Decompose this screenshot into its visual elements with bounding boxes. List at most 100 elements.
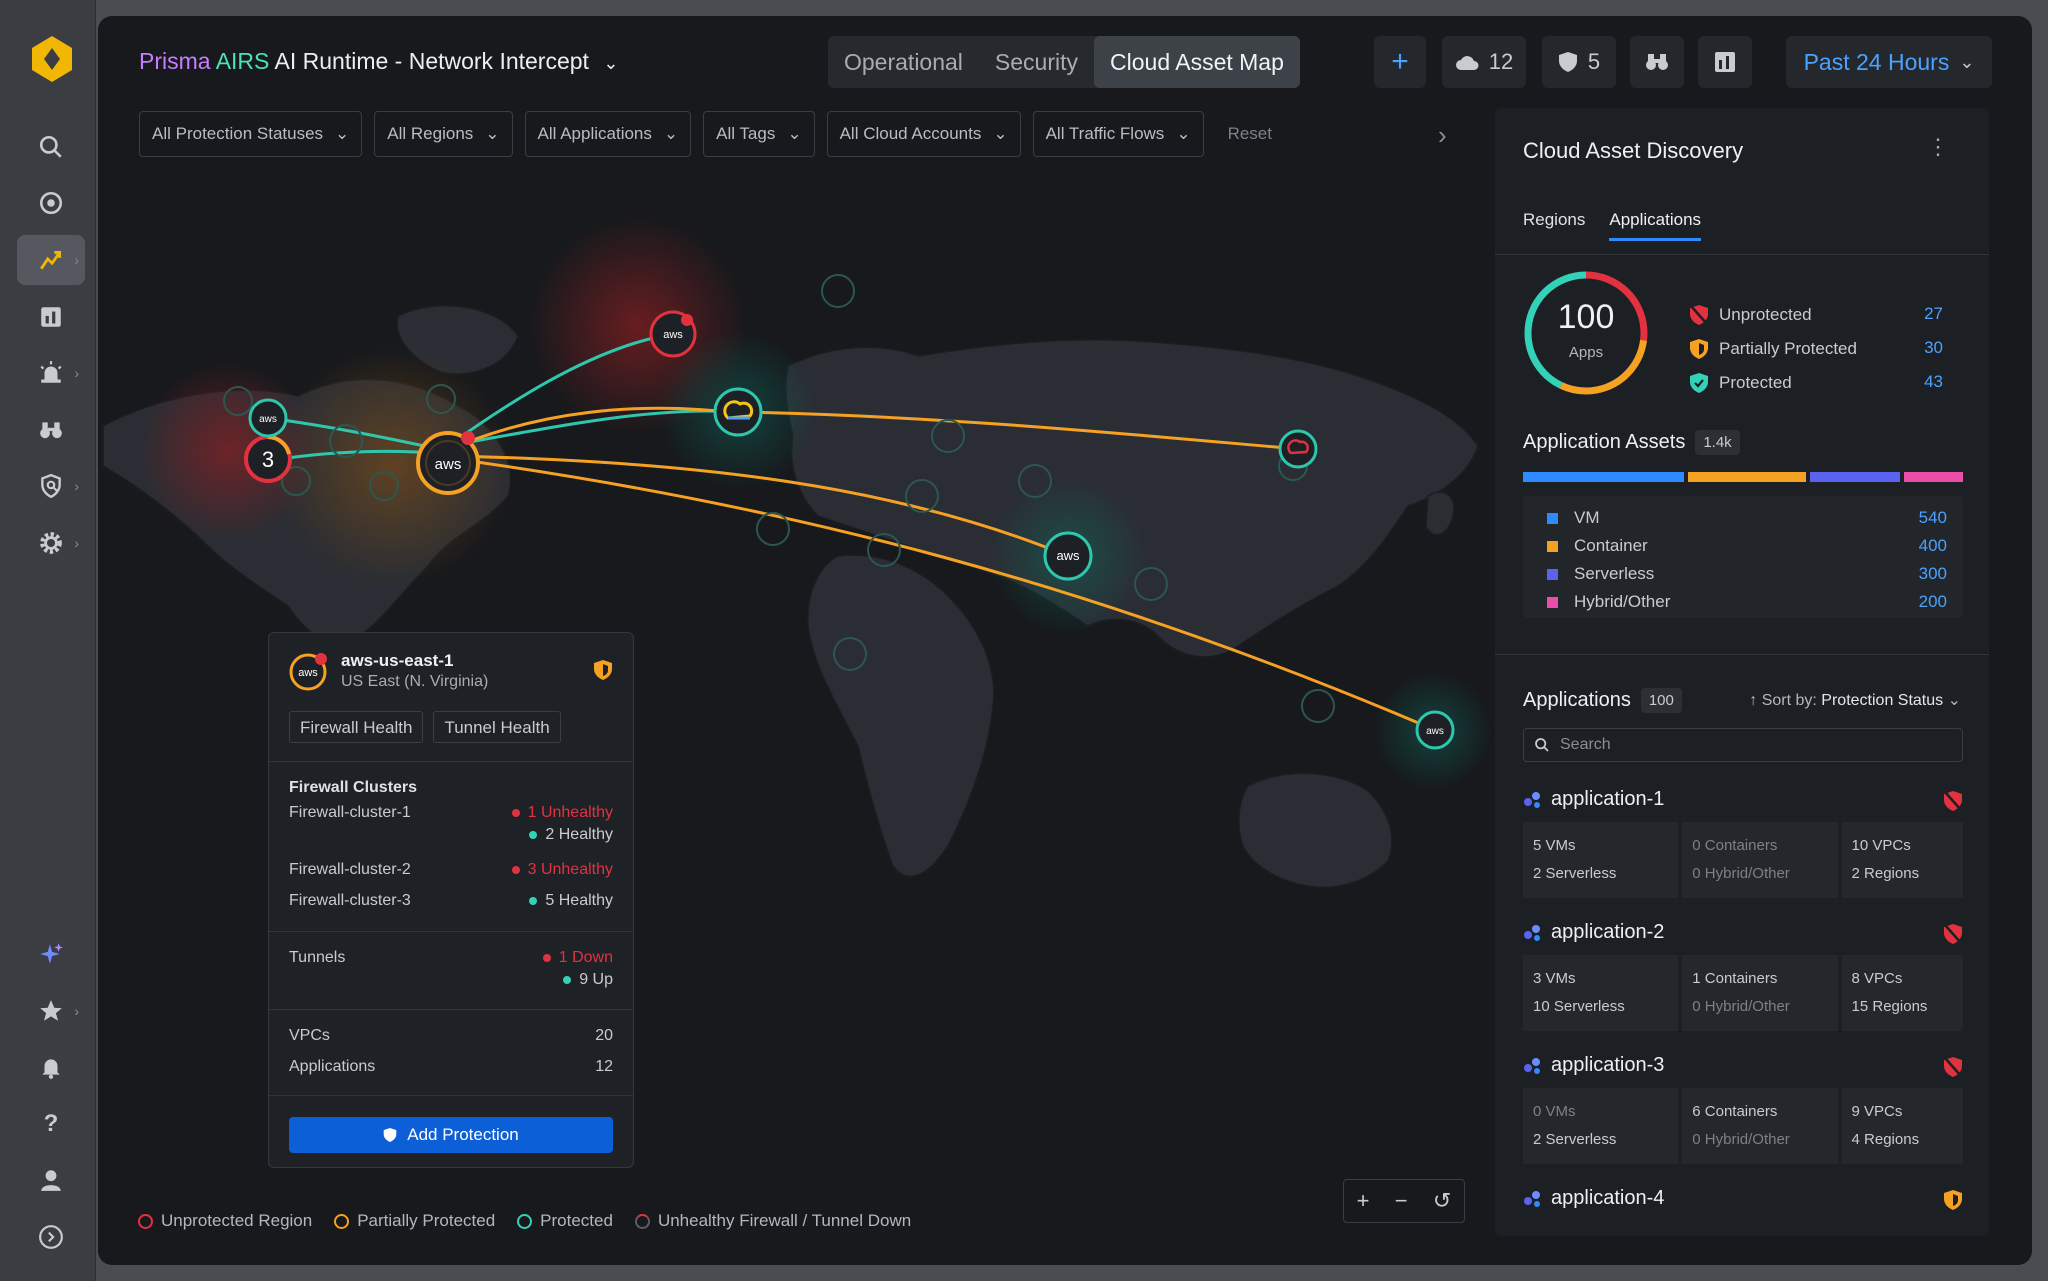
investigate-icon[interactable]: › (17, 461, 85, 511)
reset-view-icon[interactable]: ↺ (1433, 1188, 1451, 1214)
report-button[interactable] (1698, 36, 1752, 88)
asset-value: 200 (1918, 592, 1947, 611)
vpc-count: 10 VPCs (1851, 837, 1911, 854)
tunnel-down-count: 1 Down (558, 949, 613, 966)
chevron-down-icon[interactable]: ⌄ (603, 53, 618, 73)
applications-search-input[interactable]: Search (1523, 728, 1963, 762)
vm-count: 3 VMs (1533, 970, 1576, 987)
unprotected-shield-icon (1943, 923, 1963, 950)
prisma-logo-icon[interactable] (30, 34, 74, 84)
binoculars-icon[interactable] (17, 405, 85, 455)
filter-applications[interactable]: All Applications ⌄ (524, 111, 692, 157)
app-name: application-1 (1523, 788, 1664, 811)
add-protection-button[interactable]: Add Protection (289, 1117, 613, 1153)
chevron-right-icon[interactable]: › (1438, 120, 1447, 151)
firewall-health-button[interactable]: Firewall Health (289, 711, 424, 743)
tab-applications[interactable]: Applications (1609, 210, 1702, 241)
dashboard-icon[interactable] (17, 292, 85, 342)
bar-serverless (1810, 472, 1900, 482)
legend-label: Protected (540, 1211, 613, 1230)
expand-nav-icon[interactable] (17, 1212, 85, 1262)
shield-count-button[interactable]: 5 (1542, 36, 1616, 88)
asset-row-serverless: Serverless 300 (1547, 564, 1947, 584)
alerts-icon[interactable]: › (17, 348, 85, 398)
cluster-marker[interactable]: 3 (244, 435, 292, 483)
status-partial: Partially Protected (1689, 338, 1857, 360)
chevron-right-icon: › (74, 478, 79, 494)
tab-security[interactable]: Security (979, 36, 1094, 88)
zoom-in-icon[interactable]: + (1357, 1188, 1370, 1214)
title-brand-airs: AIRS (215, 48, 270, 74)
status-value[interactable]: 43 (1924, 372, 1943, 392)
time-range-select[interactable]: Past 24 Hours ⌄ (1786, 36, 1992, 88)
chevron-down-icon: ⌄ (993, 124, 1008, 143)
gcp-japan-marker[interactable] (1278, 429, 1318, 469)
tab-operational[interactable]: Operational (828, 36, 979, 88)
search-icon[interactable] (17, 122, 85, 172)
filter-tags[interactable]: All Tags ⌄ (703, 111, 815, 157)
aws-us-west-marker[interactable]: aws (248, 398, 288, 438)
tunnel-health-button[interactable]: Tunnel Health (433, 711, 561, 743)
sort-dropdown[interactable]: ↑ Sort by: Protection Status ⌄ (1749, 690, 1961, 710)
status-value[interactable]: 27 (1924, 304, 1943, 324)
panel-title: Cloud Asset Discovery (1523, 138, 1744, 163)
sort-arrow-icon: ↑ (1749, 692, 1758, 709)
ai-runtime-icon[interactable]: › (17, 235, 85, 285)
settings-gear-icon[interactable]: › (17, 518, 85, 568)
status-value[interactable]: 30 (1924, 338, 1943, 358)
region-count: 2 Regions (1851, 865, 1920, 882)
applications-row: Applications 12 (289, 1058, 613, 1076)
chevron-down-icon: ⌄ (335, 124, 350, 143)
app-name-text: application-4 (1551, 1187, 1665, 1209)
vpcs-row: VPCs 20 (289, 1027, 613, 1045)
tab-cloud-asset-map[interactable]: Cloud Asset Map (1094, 36, 1300, 88)
ai-sparkle-icon[interactable] (17, 929, 85, 979)
app-group-icon (1524, 1057, 1540, 1074)
cloud-count: 12 (1488, 49, 1514, 74)
unhealthy-count: 3 Unhealthy (527, 861, 613, 878)
binoculars-button[interactable] (1630, 36, 1684, 88)
chevron-right-icon: › (74, 252, 79, 268)
user-profile-icon[interactable] (17, 1155, 85, 1205)
zoom-out-icon[interactable]: − (1395, 1188, 1408, 1214)
healthy-dot (529, 830, 538, 839)
bar-container (1687, 472, 1807, 482)
aws-australia-marker[interactable]: aws (1415, 710, 1455, 750)
asset-row-hybrid: Hybrid/Other 200 (1547, 592, 1947, 612)
aws-eu-north-marker[interactable]: aws (649, 310, 697, 358)
asset-value: 540 (1918, 508, 1947, 527)
partial-ring-icon (334, 1213, 350, 1229)
filter-protection-status[interactable]: All Protection Statuses ⌄ (139, 111, 363, 157)
vm-swatch (1547, 512, 1558, 524)
notifications-bell-icon[interactable] (17, 1042, 85, 1092)
add-button[interactable]: + (1374, 36, 1426, 88)
tab-regions[interactable]: Regions (1523, 210, 1585, 241)
more-options-icon[interactable]: ⋮ (1927, 134, 1949, 160)
hybrid-count: 0 Hybrid/Other (1692, 1131, 1790, 1148)
reset-filters-link[interactable]: Reset (1216, 111, 1284, 157)
app-stat-cell: 9 VPCs 4 Regions (1841, 1088, 1963, 1164)
app-stat-cell: 6 Containers 0 Hybrid/Other (1682, 1088, 1838, 1164)
application-card[interactable]: application-4 (1523, 1187, 1963, 1227)
radar-icon[interactable] (17, 178, 85, 228)
aws-logo-icon: aws (289, 651, 329, 696)
page-title[interactable]: Prisma AIRS AI Runtime - Network Interce… (139, 48, 618, 75)
cloud-count-button[interactable]: 12 (1442, 36, 1526, 88)
app-stat-cell: 3 VMs 10 Serverless (1523, 955, 1679, 1031)
status-label: Unprotected (1719, 305, 1812, 324)
partial-protection-shield-icon (593, 659, 613, 686)
applications-label: Applications (289, 1058, 376, 1075)
filter-regions[interactable]: All Regions ⌄ (374, 111, 513, 157)
status-label: Partially Protected (1719, 339, 1857, 358)
filter-cloud-accounts[interactable]: All Cloud Accounts ⌄ (826, 111, 1021, 157)
partial-shield-icon (1943, 1189, 1963, 1216)
up-dot (563, 975, 572, 984)
aws-india-marker[interactable]: aws (1043, 531, 1093, 581)
legend-label: Unprotected Region (161, 1211, 313, 1230)
filter-traffic-flows[interactable]: All Traffic Flows ⌄ (1032, 111, 1204, 157)
aws-us-east-1-marker[interactable]: aws (416, 431, 480, 495)
tunnel-status: 1 Down 9 Up (542, 949, 613, 993)
sort-value: Protection Status (1821, 692, 1944, 709)
help-icon[interactable]: ? (17, 1099, 85, 1149)
favorites-star-icon[interactable]: › (17, 986, 85, 1036)
